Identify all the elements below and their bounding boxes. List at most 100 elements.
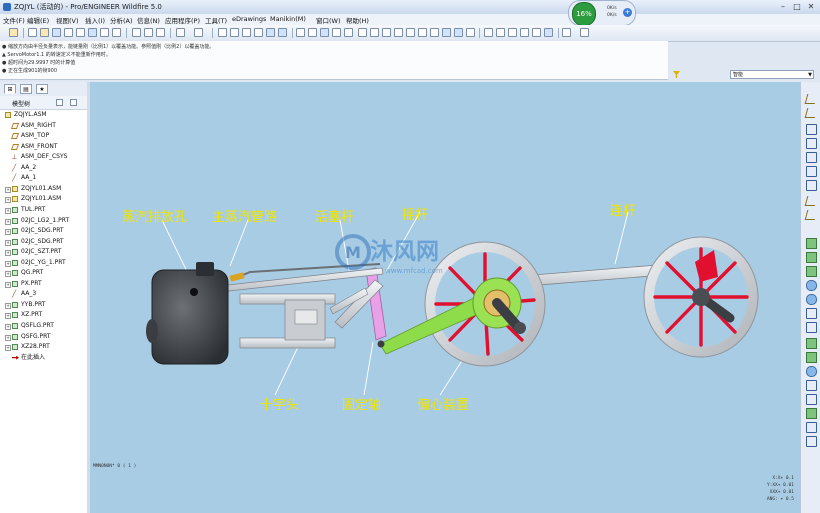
window-icon[interactable] (132, 28, 141, 37)
spin-icon[interactable] (544, 28, 553, 37)
expand-icon[interactable]: + (5, 250, 11, 257)
expand-icon[interactable]: + (5, 281, 11, 288)
selection-filter[interactable]: 智能 ▼ (730, 70, 814, 79)
display-style-icon[interactable] (344, 28, 353, 37)
spin-center-icon[interactable] (278, 28, 287, 37)
tree-item[interactable]: ╱ AA_2 (0, 163, 88, 173)
assemble-icon[interactable] (804, 196, 818, 206)
activate-window-icon[interactable] (156, 28, 165, 37)
merge-icon[interactable] (806, 394, 817, 405)
datum-planes-icon[interactable] (484, 28, 493, 37)
menu-analysis[interactable]: 分析(A) (110, 15, 133, 25)
csys-tool-icon[interactable] (806, 166, 817, 177)
tree-item[interactable]: + TUL.PRT (0, 205, 88, 215)
menu-insert[interactable]: 插入(I) (85, 15, 105, 25)
email-icon[interactable] (76, 28, 85, 37)
regenerate-icon[interactable] (218, 28, 227, 37)
graphics-viewport[interactable]: M 沐风网 www.mfcad.com 蒸汽排放孔 主蒸汽管路 活塞杆 摇杆 连… (90, 82, 800, 513)
repaint-icon[interactable] (266, 28, 275, 37)
model-tree-tab-icon[interactable]: ⊞ (4, 84, 16, 94)
refit-icon[interactable] (358, 28, 367, 37)
appearance-icon[interactable] (332, 28, 341, 37)
tree-item[interactable]: +02JC_SDG.PRT (0, 237, 88, 247)
context-help-icon[interactable] (9, 28, 18, 37)
undo-icon[interactable] (176, 28, 185, 37)
menu-edrawings[interactable]: eDrawings (232, 15, 266, 23)
analysis-tool-icon[interactable] (806, 180, 817, 191)
menu-tools[interactable]: 工具(T) (205, 15, 227, 25)
reorient-icon[interactable] (418, 28, 427, 37)
zoom-fit-icon[interactable] (406, 28, 415, 37)
mirror-icon[interactable] (806, 380, 817, 391)
coordinate-systems-icon[interactable] (520, 28, 529, 37)
expand-icon[interactable]: + (5, 313, 11, 320)
copy-icon[interactable] (88, 28, 97, 37)
tree-item[interactable]: + XZ.PRT (0, 310, 88, 320)
hole-icon[interactable] (806, 280, 817, 291)
zoom-in-icon[interactable] (382, 28, 391, 37)
view-manager-icon[interactable] (320, 28, 329, 37)
tree-columns-icon[interactable] (70, 99, 77, 106)
extrude-icon[interactable] (806, 238, 817, 249)
expand-icon[interactable]: + (5, 345, 11, 352)
sweep-icon[interactable] (806, 266, 817, 277)
trim-icon[interactable] (806, 408, 817, 419)
menu-help[interactable]: 帮助(H) (346, 15, 369, 25)
regenerate-manager-icon[interactable] (230, 28, 239, 37)
orient-icon[interactable] (466, 28, 475, 37)
expand-icon[interactable]: + (5, 271, 11, 278)
rotate-icon[interactable] (370, 28, 379, 37)
find-icon[interactable] (242, 28, 251, 37)
menu-manikin[interactable]: Manikin(M) (270, 15, 306, 23)
sketch-tool-icon[interactable] (804, 108, 818, 118)
datum-points-icon[interactable] (508, 28, 517, 37)
draft-icon[interactable] (806, 338, 817, 349)
settings-icon[interactable] (580, 28, 589, 37)
redo-icon[interactable] (194, 28, 203, 37)
expand-icon[interactable]: + (5, 324, 11, 330)
chamfer-icon[interactable] (806, 308, 817, 319)
tree-item[interactable]: ASM_FRONT (0, 142, 88, 152)
menu-info[interactable]: 信息(N) (137, 15, 160, 25)
menu-view[interactable]: 视图(V) (56, 15, 79, 25)
open-file-icon[interactable] (40, 28, 49, 37)
expand-icon[interactable]: + (5, 239, 11, 246)
datum-plane-tool-icon[interactable] (804, 94, 818, 104)
layers-icon[interactable] (442, 28, 451, 37)
tree-item[interactable]: ╱ AA_1 (0, 173, 88, 183)
shading-icon[interactable] (308, 28, 317, 37)
tree-item[interactable]: +02JC_LG2_1.PRT (0, 216, 88, 226)
paste-icon[interactable] (100, 28, 109, 37)
expand-icon[interactable]: + (5, 218, 11, 225)
close-window-icon[interactable] (144, 28, 153, 37)
tree-item[interactable]: ╱ AA_3 (0, 289, 88, 299)
select-icon[interactable] (254, 28, 263, 37)
print-icon[interactable] (64, 28, 73, 37)
expand-icon[interactable]: + (5, 229, 11, 236)
shell-icon[interactable] (806, 322, 817, 333)
menu-file[interactable]: 文件(F) (3, 15, 25, 25)
zoom-out-icon[interactable] (394, 28, 403, 37)
maximize-icon[interactable]: □ (792, 2, 802, 11)
tree-item[interactable]: + QSFLG.PRT (0, 321, 88, 331)
datum-point-tool-icon[interactable] (806, 152, 817, 163)
tree-item[interactable]: +02JC_SZT.PRT (0, 247, 88, 257)
expand-icon[interactable]: + (623, 8, 632, 17)
tree-settings-icon[interactable] (56, 99, 63, 106)
orient-mode-icon[interactable] (296, 28, 305, 37)
create-component-icon[interactable] (804, 210, 818, 220)
datum-axis-tool-icon[interactable] (806, 138, 817, 149)
tree-item[interactable]: + QG.PRT (0, 268, 88, 278)
menu-applications[interactable]: 应用程序(P) (165, 15, 200, 25)
expand-icon[interactable]: + (5, 186, 11, 193)
close-icon[interactable]: ✕ (806, 2, 816, 11)
datum-axes-icon[interactable] (496, 28, 505, 37)
tree-item[interactable]: + QSFG.PRT (0, 332, 88, 342)
tree-item[interactable]: ASM_TOP (0, 131, 88, 141)
tree-item[interactable]: + PX.PRT (0, 279, 88, 289)
expand-icon[interactable]: + (5, 260, 11, 267)
menu-window[interactable]: 窗口(W) (316, 15, 341, 25)
tree-item[interactable]: + ZQJYL01.ASM (0, 184, 88, 194)
tree-item[interactable]: +02JC_YG_1.PRT (0, 258, 88, 268)
expand-icon[interactable]: + (5, 334, 11, 341)
